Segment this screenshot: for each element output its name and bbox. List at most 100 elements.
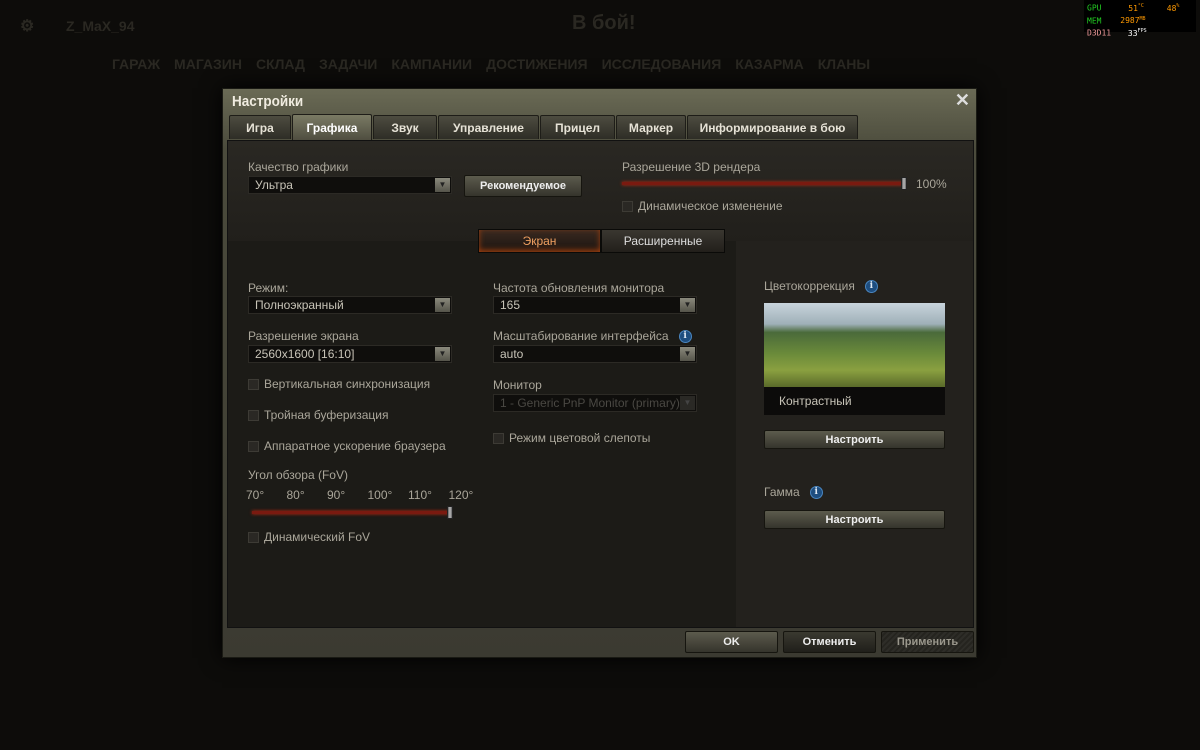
dynamic-resolution-label: Динамическое изменение (638, 199, 783, 213)
tab-marker[interactable]: Маркер (616, 115, 686, 139)
mode-dropdown[interactable]: Полноэкранный ▼ (248, 296, 452, 314)
tab-battle-notifications[interactable]: Информирование в бою (687, 115, 858, 139)
mode-value: Полноэкранный (255, 298, 344, 312)
fps-unit: FPS (1137, 28, 1147, 35)
fov-tick-label: 100° (367, 488, 393, 502)
render-slider-handle[interactable] (901, 177, 907, 190)
color-preset-name: Контрастный (764, 387, 945, 415)
chevron-down-icon: ▼ (435, 178, 450, 192)
hardware-overlay: GPU 51°C 48% MEM 2987MB D3D11 33FPS (1084, 0, 1196, 38)
garage-nav-item[interactable]: ДОСТИЖЕНИЯ (486, 56, 587, 72)
refresh-rate-dropdown[interactable]: 165 ▼ (493, 296, 697, 314)
garage-nav-item[interactable]: ГАРАЖ (112, 56, 160, 72)
ui-scaling-label-row: Масштабирование интерфейса i (493, 329, 692, 343)
subtab-advanced-label: Расширенные (623, 234, 703, 248)
info-icon[interactable]: i (809, 485, 823, 499)
color-correction-configure-button[interactable]: Настроить (764, 430, 945, 449)
resolution-dropdown[interactable]: 2560x1600 [16:10] ▼ (248, 345, 452, 363)
api-label: D3D11 (1087, 28, 1112, 38)
gpu-load-unit: % (1176, 3, 1180, 9)
ok-button[interactable]: OK (685, 631, 778, 653)
browser-acceleration-checkbox[interactable]: Аппаратное ускорение браузера (248, 439, 446, 453)
subtab-screen[interactable]: Экран (478, 229, 601, 253)
checkbox-icon (248, 409, 259, 421)
ui-scaling-value: auto (500, 347, 524, 361)
dynamic-resolution-checkbox[interactable]: Динамическое изменение (622, 199, 783, 213)
color-correction-label-row: Цветокоррекция i (764, 279, 878, 293)
tab-graphics[interactable]: Графика (292, 114, 372, 140)
garage-nav-item[interactable]: КЛАНЫ (818, 56, 870, 72)
chevron-down-icon: ▼ (680, 298, 695, 312)
garage-nav-item[interactable]: СКЛАД (256, 56, 305, 72)
ui-scaling-label: Масштабирование интерфейса (493, 329, 669, 343)
checkbox-icon (248, 531, 259, 543)
resolution-value: 2560x1600 [16:10] (255, 347, 355, 361)
render-resolution-label: Разрешение 3D рендера (622, 160, 761, 174)
gpu-temp: 51 (1128, 3, 1138, 13)
subtab-advanced[interactable]: Расширенные (601, 229, 725, 253)
render-resolution-value: 100% (916, 177, 947, 191)
dynamic-fov-checkbox[interactable]: Динамический FoV (248, 530, 370, 544)
colorblind-label: Режим цветовой слепоты (509, 431, 651, 445)
player-name: Z_MaX_94 (66, 18, 135, 34)
triple-buffering-checkbox[interactable]: Тройная буферизация (248, 408, 389, 422)
monitor-value: 1 - Generic PnP Monitor (primary) (500, 396, 680, 410)
ui-scaling-dropdown[interactable]: auto ▼ (493, 345, 697, 363)
garage-nav-item[interactable]: КАМПАНИИ (391, 56, 472, 72)
cancel-button[interactable]: Отменить (783, 631, 876, 653)
gpu-label: GPU (1087, 3, 1102, 13)
gamma-label-row: Гамма i (764, 485, 823, 499)
garage-nav-item[interactable]: ЗАДАЧИ (319, 56, 377, 72)
apply-button[interactable]: Применить (881, 631, 974, 653)
tab-sound[interactable]: Звук (373, 115, 437, 139)
settings-dialog: Настройки ✕ Игра Графика Звук Управление… (222, 88, 977, 658)
fov-tick-label: 80° (286, 488, 305, 502)
gamma-configure-button[interactable]: Настроить (764, 510, 945, 529)
gear-icon[interactable]: ⚙ (20, 16, 34, 36)
browser-acceleration-label: Аппаратное ускорение браузера (264, 439, 446, 453)
recommended-button[interactable]: Рекомендуемое (464, 175, 582, 197)
garage-nav-item[interactable]: МАГАЗИН (174, 56, 242, 72)
gpu-load: 48 (1166, 3, 1177, 13)
quality-value: Ультра (255, 178, 293, 192)
fov-slider[interactable] (252, 511, 450, 514)
garage-nav-item[interactable]: ИССЛЕДОВАНИЯ (602, 56, 722, 72)
close-icon[interactable]: ✕ (955, 90, 970, 111)
fov-tick-label: 70° (246, 488, 265, 502)
vsync-checkbox[interactable]: Вертикальная синхронизация (248, 377, 430, 391)
dialog-title: Настройки (232, 93, 304, 110)
mode-label: Режим: (248, 281, 289, 295)
fov-slider-handle[interactable] (447, 506, 453, 519)
chevron-down-icon: ▼ (435, 298, 450, 312)
tab-game[interactable]: Игра (229, 115, 291, 139)
mem-unit: MB (1139, 15, 1146, 22)
checkbox-icon (622, 200, 633, 212)
refresh-rate-label: Частота обновления монитора (493, 281, 665, 295)
info-icon[interactable]: i (864, 279, 878, 293)
refresh-rate-value: 165 (500, 298, 521, 312)
vsync-label: Вертикальная синхронизация (264, 377, 431, 391)
garage-nav-item[interactable]: КАЗАРМА (735, 56, 803, 72)
tab-sight[interactable]: Прицел (540, 115, 615, 139)
fov-tick-label: 120° (448, 488, 474, 502)
render-resolution-slider[interactable] (622, 182, 904, 185)
dynamic-fov-label: Динамический FoV (264, 530, 371, 544)
tab-controls[interactable]: Управление (438, 115, 539, 139)
checkbox-icon (248, 440, 259, 452)
fps-value: 33 (1127, 28, 1138, 38)
graphics-panel: Качество графики Ультра ▼ Рекомендуемое Р… (227, 140, 974, 628)
quality-dropdown[interactable]: Ультра ▼ (248, 176, 452, 194)
subtab-screen-label: Экран (522, 234, 557, 248)
checkbox-icon (493, 432, 504, 444)
fov-tick-label: 90° (327, 488, 346, 502)
chevron-down-icon: ▼ (680, 396, 695, 410)
color-correction-label: Цветокоррекция (764, 279, 855, 293)
info-icon[interactable]: i (678, 329, 692, 343)
monitor-dropdown[interactable]: 1 - Generic PnP Monitor (primary) ▼ (493, 394, 697, 412)
color-preset-preview-image[interactable] (764, 303, 945, 387)
mem-label: MEM (1087, 16, 1102, 26)
gpu-temp-unit: °C (1137, 3, 1144, 9)
colorblind-checkbox[interactable]: Режим цветовой слепоты (493, 431, 650, 445)
quality-label: Качество графики (248, 160, 349, 174)
battle-button[interactable]: В бой! (572, 12, 636, 35)
